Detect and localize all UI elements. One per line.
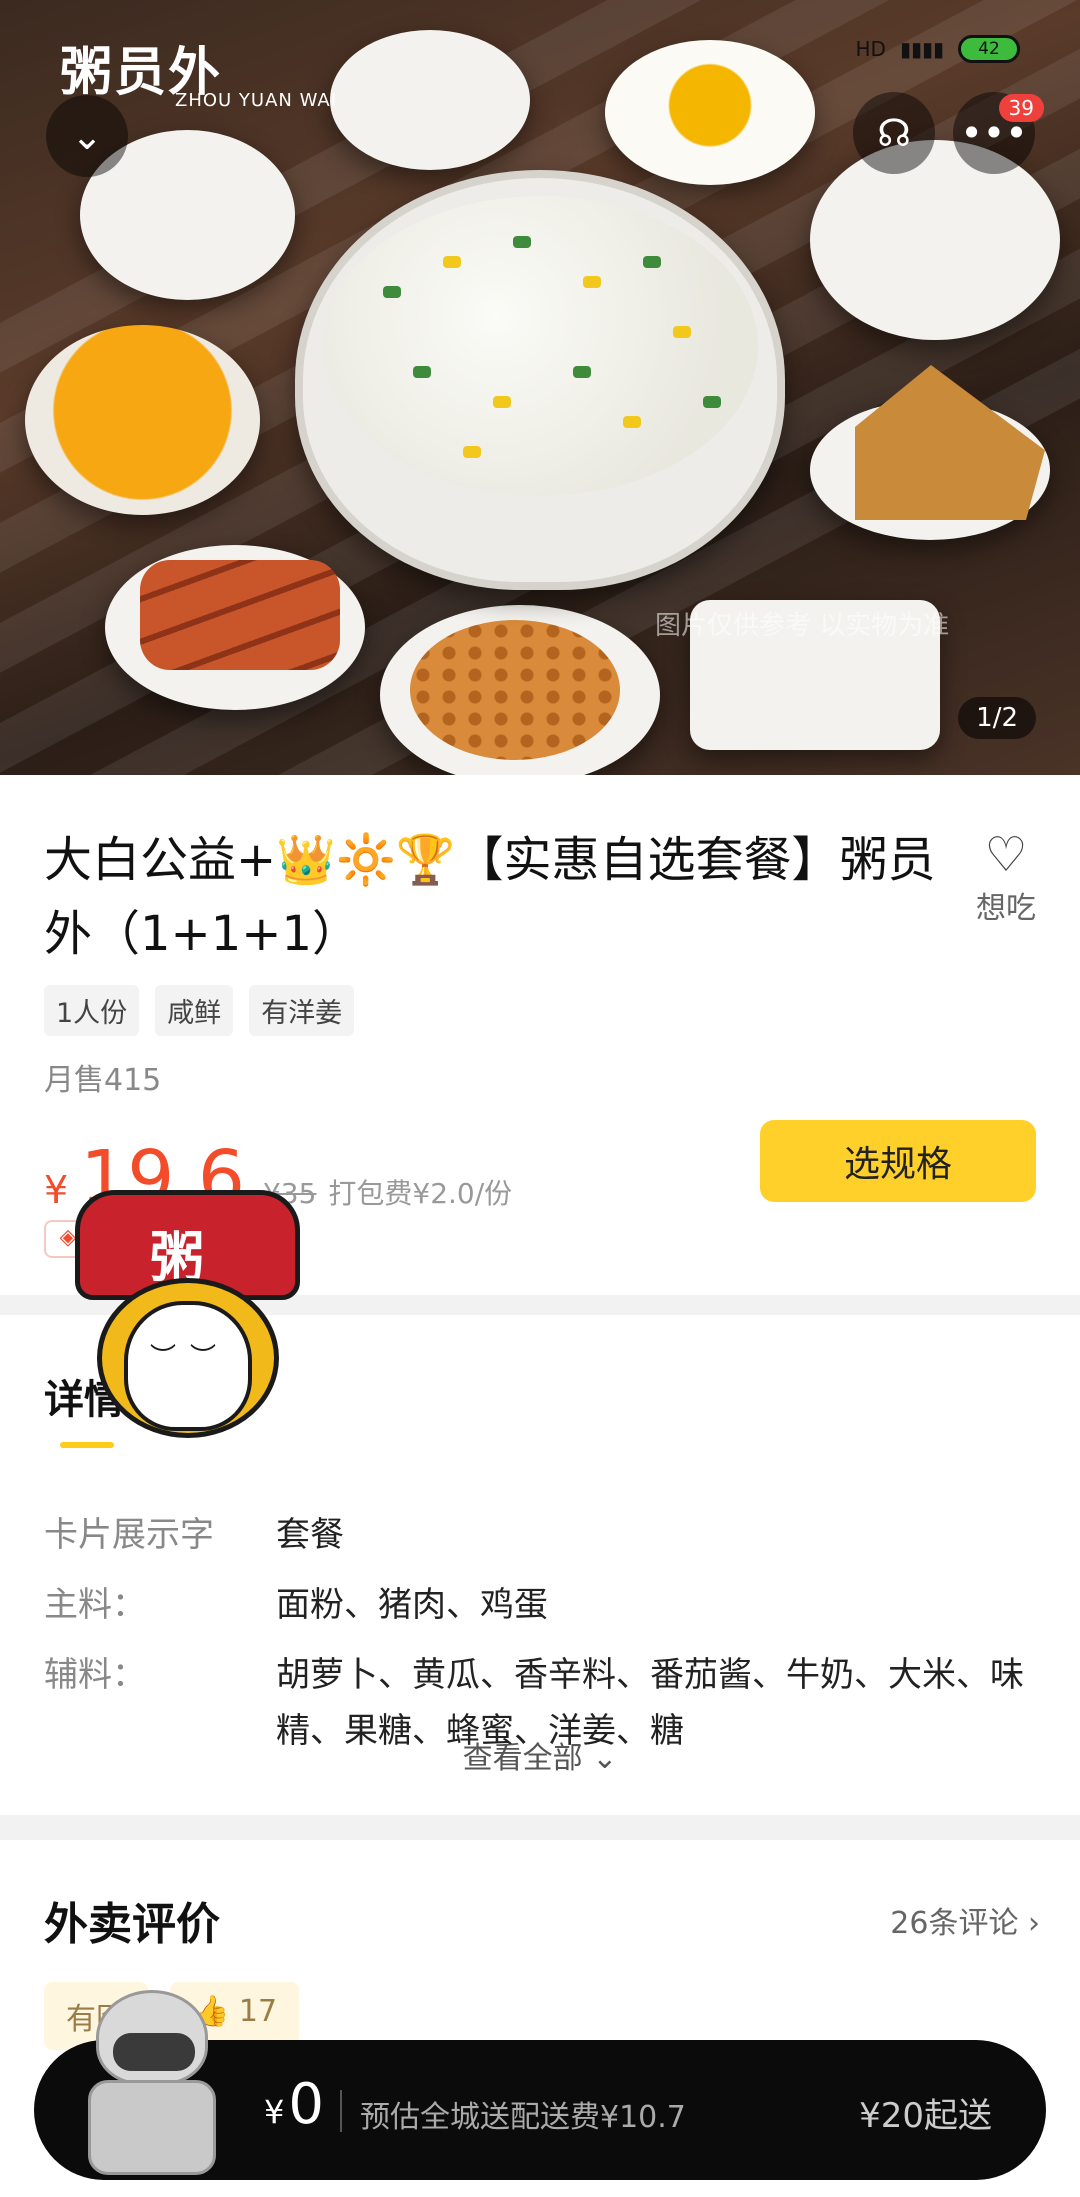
tag-ingredient: 有洋姜 — [249, 985, 355, 1036]
cart-currency: ¥ — [264, 2093, 285, 2131]
congee-small-bowl — [810, 140, 1060, 340]
reviews-title: 外卖评价 — [44, 1899, 220, 1950]
carousel-page-indicator: 1/2 — [958, 697, 1036, 739]
pumpkin-soup-bowl — [25, 325, 260, 515]
peanuts — [410, 620, 620, 760]
detail-value: 面粉、猪肉、鸡蛋 — [276, 1585, 548, 1625]
cart-amount: 0 — [288, 2072, 324, 2137]
sausages — [140, 560, 340, 670]
mascot-face-inner: ︶︶ — [124, 1301, 252, 1431]
monthly-sales: 月售415 — [44, 1063, 162, 1098]
favorite-label: 想吃 — [976, 891, 1036, 926]
message-badge: 39 — [998, 94, 1044, 122]
minimum-order: ¥20起送 — [859, 2096, 992, 2136]
see-all-button[interactable]: 查看全部 ⌄ — [0, 1733, 1080, 1777]
customer-service-icon: ☊ — [877, 111, 911, 155]
active-tab-indicator — [60, 1442, 114, 1448]
pickle-plate — [330, 30, 530, 170]
tag-serving: 1人份 — [44, 985, 140, 1036]
delivery-fee: 预估全城送配送费¥10.7 — [360, 2100, 686, 2135]
reviews-count-link[interactable]: 26条评论 › — [890, 1898, 1040, 1942]
back-button[interactable]: ⌄ — [46, 95, 128, 177]
egg-plate — [605, 40, 815, 185]
detail-row-main-ingredients: 主料： 面粉、猪肉、鸡蛋 — [44, 1577, 1036, 1633]
brand-logo-subtitle: ZHOU YUAN WAI — [175, 90, 338, 111]
detail-label: 主料： — [44, 1585, 146, 1625]
mascot-face: ︶︶ — [97, 1278, 279, 1438]
favorite-button[interactable]: ♡ 想吃 — [976, 827, 1036, 927]
mascot-eyes-icon: ︶︶ — [150, 1343, 231, 1373]
packing-fee: 打包费¥2.0/份 — [328, 1177, 513, 1210]
tag-flavor: 咸鲜 — [155, 985, 234, 1036]
hd-indicator: HD — [855, 37, 886, 61]
robot-body — [88, 2080, 216, 2175]
product-tags: 1人份 咸鲜 有洋姜 — [44, 985, 355, 1036]
detail-label: 卡片展示字 — [44, 1515, 214, 1555]
detail-value: 套餐 — [276, 1515, 344, 1555]
chevron-down-icon: ⌄ — [71, 114, 103, 158]
mascot-sticker[interactable]: 粥 ︶︶ — [75, 1190, 300, 1440]
product-image-carousel[interactable]: 图片仅供参考 以实物为准 粥员外 ZHOU YUAN WAI HD ▮▮▮▮ 4… — [0, 0, 1080, 775]
cart-robot-icon[interactable] — [80, 1990, 220, 2180]
robot-head — [96, 1990, 208, 2085]
customer-service-button[interactable]: ☊ — [853, 92, 935, 174]
battery-icon: 42 — [958, 35, 1020, 63]
signal-icon: ▮▮▮▮ — [899, 37, 944, 61]
cart-total: ¥0 — [264, 2072, 324, 2137]
photo-disclaimer: 图片仅供参考 以实物为准 — [655, 611, 950, 641]
product-title: 大白公益+👑🔆🏆【实惠自选套餐】粥员外（1+1+1） — [44, 832, 936, 962]
detail-row-card-text: 卡片展示字 套餐 — [44, 1507, 1036, 1563]
main-congee-bowl — [295, 170, 785, 590]
heart-plus-icon: ♡ — [984, 827, 1028, 883]
select-spec-button[interactable]: 选规格 — [760, 1120, 1036, 1202]
status-bar: HD ▮▮▮▮ 42 — [856, 35, 1020, 63]
price-currency: ¥ — [44, 1168, 69, 1212]
cart-divider — [340, 2090, 342, 2132]
robot-visor — [113, 2033, 195, 2071]
